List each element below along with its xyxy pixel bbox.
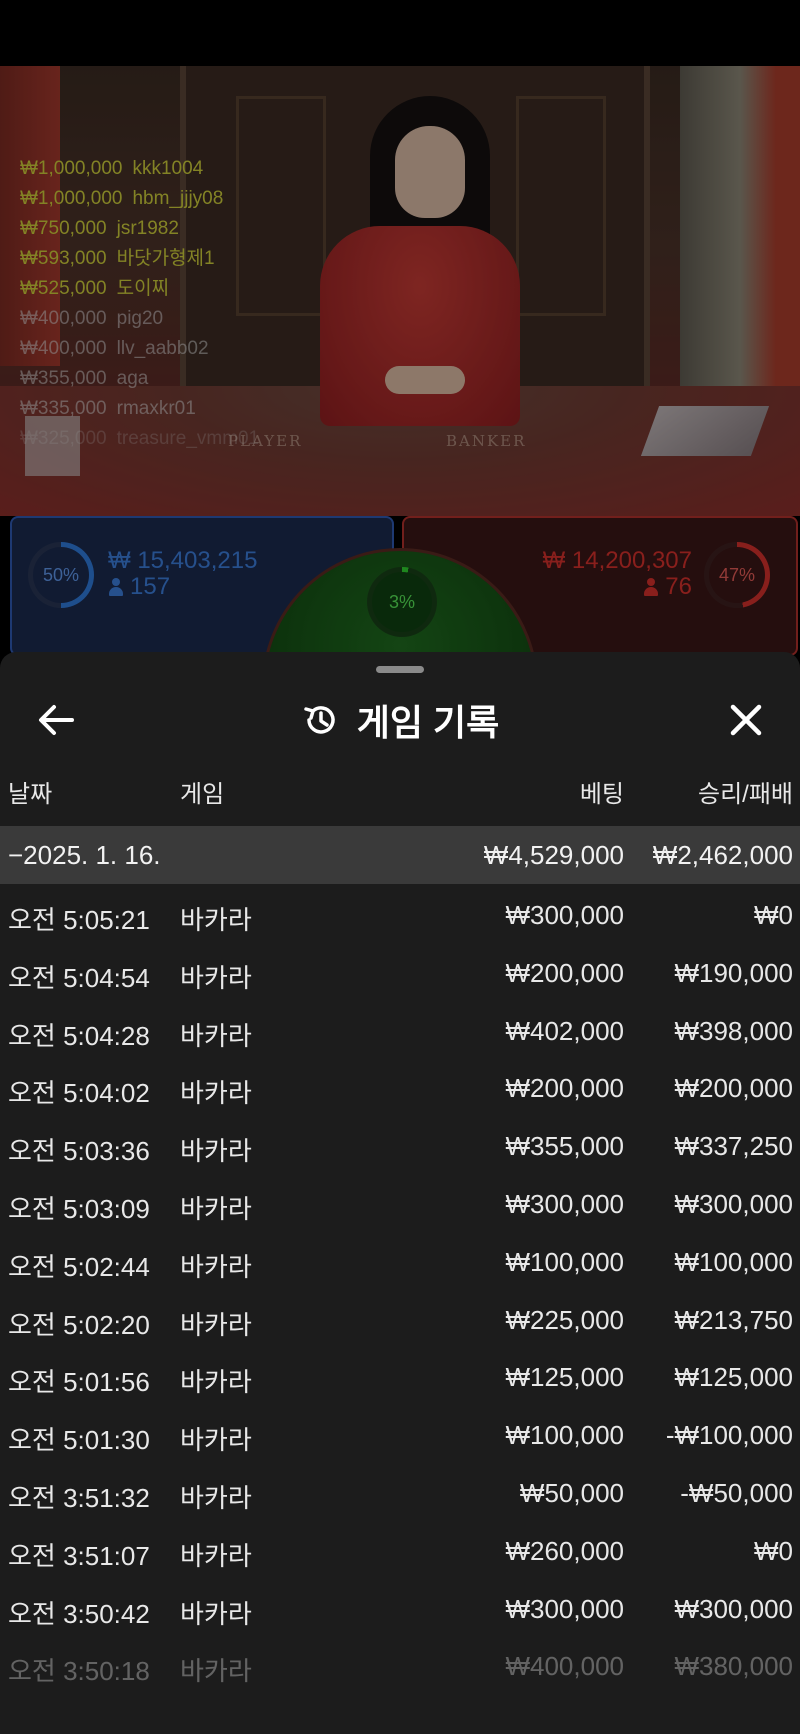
row-result: -₩50,000 xyxy=(680,1477,793,1508)
group-date: −2025. 1. 16. xyxy=(8,840,161,870)
row-game: 바카라 xyxy=(180,1020,252,1051)
row-result: ₩0 xyxy=(754,900,793,930)
column-win-loss: 승리/패배 xyxy=(698,781,793,808)
history-row[interactable]: 오전 3:50:42 바카라 ₩300,000 ₩300,000 xyxy=(0,1578,800,1636)
row-time: 오전 3:50:18 xyxy=(8,1656,150,1687)
history-row[interactable]: 오전 5:04:28 바카라 ₩402,000 ₩398,000 xyxy=(0,1000,800,1058)
row-bet: ₩402,000 xyxy=(505,1015,624,1046)
history-row[interactable]: 오전 5:02:44 바카라 ₩100,000 ₩100,000 xyxy=(0,1231,800,1289)
row-result: ₩380,000 xyxy=(674,1651,793,1682)
row-result: ₩100,000 xyxy=(674,1246,793,1277)
close-button[interactable] xyxy=(724,698,768,742)
history-row[interactable]: 오전 5:04:54 바카라 ₩200,000 ₩190,000 xyxy=(0,942,800,1000)
row-result: ₩213,750 xyxy=(674,1304,793,1335)
row-game: 바카라 xyxy=(180,1078,252,1109)
row-result: ₩300,000 xyxy=(674,1593,793,1624)
row-game: 바카라 xyxy=(180,1482,252,1513)
row-time: 오전 5:02:44 xyxy=(8,1251,150,1282)
row-bet: ₩400,000 xyxy=(505,1651,624,1682)
row-game: 바카라 xyxy=(180,1136,252,1167)
row-bet: ₩225,000 xyxy=(505,1304,624,1335)
row-bet: ₩355,000 xyxy=(505,1131,624,1162)
column-headers: 날짜 게임 베팅 승리/패배 xyxy=(0,768,800,812)
row-time: 오전 5:05:21 xyxy=(8,905,150,935)
row-result: ₩200,000 xyxy=(674,1073,793,1104)
group-win-total: ₩2,462,000 xyxy=(652,840,793,870)
row-bet: ₩200,000 xyxy=(505,957,624,988)
sheet-title-group: 게임 기록 xyxy=(0,694,800,746)
group-bet-total: ₩4,529,000 xyxy=(483,840,624,870)
history-row[interactable]: 오전 5:03:36 바카라 ₩355,000 ₩337,250 xyxy=(0,1115,800,1173)
history-row[interactable]: 오전 3:50:18 바카라 ₩400,000 ₩380,000 xyxy=(0,1635,800,1693)
row-time: 오전 5:03:36 xyxy=(8,1136,150,1167)
row-game: 바카라 xyxy=(180,1425,252,1456)
close-icon xyxy=(730,704,762,736)
row-bet: ₩300,000 xyxy=(505,1188,624,1219)
row-result: ₩0 xyxy=(754,1535,793,1566)
row-time: 오전 3:51:32 xyxy=(8,1482,150,1513)
row-game: 바카라 xyxy=(180,905,252,935)
row-result: ₩337,250 xyxy=(674,1131,793,1162)
row-bet: ₩300,000 xyxy=(505,1593,624,1624)
column-game: 게임 xyxy=(180,781,225,808)
row-game: 바카라 xyxy=(180,1309,252,1340)
row-bet: ₩100,000 xyxy=(505,1420,624,1451)
row-bet: ₩200,000 xyxy=(505,1073,624,1104)
row-result: ₩125,000 xyxy=(674,1362,793,1393)
row-bet: ₩50,000 xyxy=(519,1477,624,1508)
history-row[interactable]: 오전 5:05:21 바카라 ₩300,000 ₩0 xyxy=(0,884,800,942)
history-row[interactable]: 오전 3:51:07 바카라 ₩260,000 ₩0 xyxy=(0,1520,800,1578)
row-time: 오전 5:01:56 xyxy=(8,1367,150,1398)
row-time: 오전 5:04:54 xyxy=(8,962,150,993)
row-game: 바카라 xyxy=(180,1598,252,1629)
row-game: 바카라 xyxy=(180,1251,252,1282)
row-time: 오전 5:02:20 xyxy=(8,1309,150,1340)
game-history-sheet: 게임 기록 날짜 게임 베팅 승리/패배 −2025. 1. 16. ₩4,52… xyxy=(0,652,800,1734)
row-game: 바카라 xyxy=(180,1193,252,1224)
row-result: ₩300,000 xyxy=(674,1188,793,1219)
column-bet: 베팅 xyxy=(579,781,624,808)
row-bet: ₩100,000 xyxy=(505,1246,624,1277)
row-result: -₩100,000 xyxy=(665,1420,793,1451)
column-date: 날짜 xyxy=(8,781,53,808)
row-result: ₩190,000 xyxy=(674,957,793,988)
history-row[interactable]: 오전 5:01:30 바카라 ₩100,000 -₩100,000 xyxy=(0,1404,800,1462)
row-bet: ₩125,000 xyxy=(505,1362,624,1393)
row-bet: ₩300,000 xyxy=(505,900,624,930)
row-time: 오전 5:01:30 xyxy=(8,1425,150,1456)
history-row[interactable]: 오전 5:04:02 바카라 ₩200,000 ₩200,000 xyxy=(0,1057,800,1115)
row-result: ₩398,000 xyxy=(674,1015,793,1046)
row-game: 바카라 xyxy=(180,1656,252,1687)
row-time: 오전 3:51:07 xyxy=(8,1540,150,1571)
history-icon xyxy=(304,706,335,734)
row-time: 오전 5:04:28 xyxy=(8,1020,150,1051)
history-row[interactable]: 오전 5:02:20 바카라 ₩225,000 ₩213,750 xyxy=(0,1289,800,1347)
drag-handle[interactable] xyxy=(376,666,424,673)
sheet-title: 게임 기록 xyxy=(356,702,500,743)
history-row[interactable]: 오전 3:51:32 바카라 ₩50,000 -₩50,000 xyxy=(0,1462,800,1520)
history-list: 오전 5:05:21 바카라 ₩300,000 ₩0 오전 5:04:54 바카라 ₩200… xyxy=(0,884,800,1693)
row-bet: ₩260,000 xyxy=(505,1535,624,1566)
row-game: 바카라 xyxy=(180,962,252,993)
history-row[interactable]: 오전 5:03:09 바카라 ₩300,000 ₩300,000 xyxy=(0,1173,800,1231)
row-game: 바카라 xyxy=(180,1540,252,1571)
row-time: 오전 3:50:42 xyxy=(8,1598,150,1629)
row-time: 오전 5:03:09 xyxy=(8,1193,150,1224)
sheet-header: 게임 기록 xyxy=(0,688,800,748)
row-game: 바카라 xyxy=(180,1367,252,1398)
history-row[interactable]: 오전 5:01:56 바카라 ₩125,000 ₩125,000 xyxy=(0,1346,800,1404)
date-group-row[interactable]: −2025. 1. 16. ₩4,529,000 ₩2,462,000 xyxy=(0,826,800,884)
row-time: 오전 5:04:02 xyxy=(8,1078,150,1109)
